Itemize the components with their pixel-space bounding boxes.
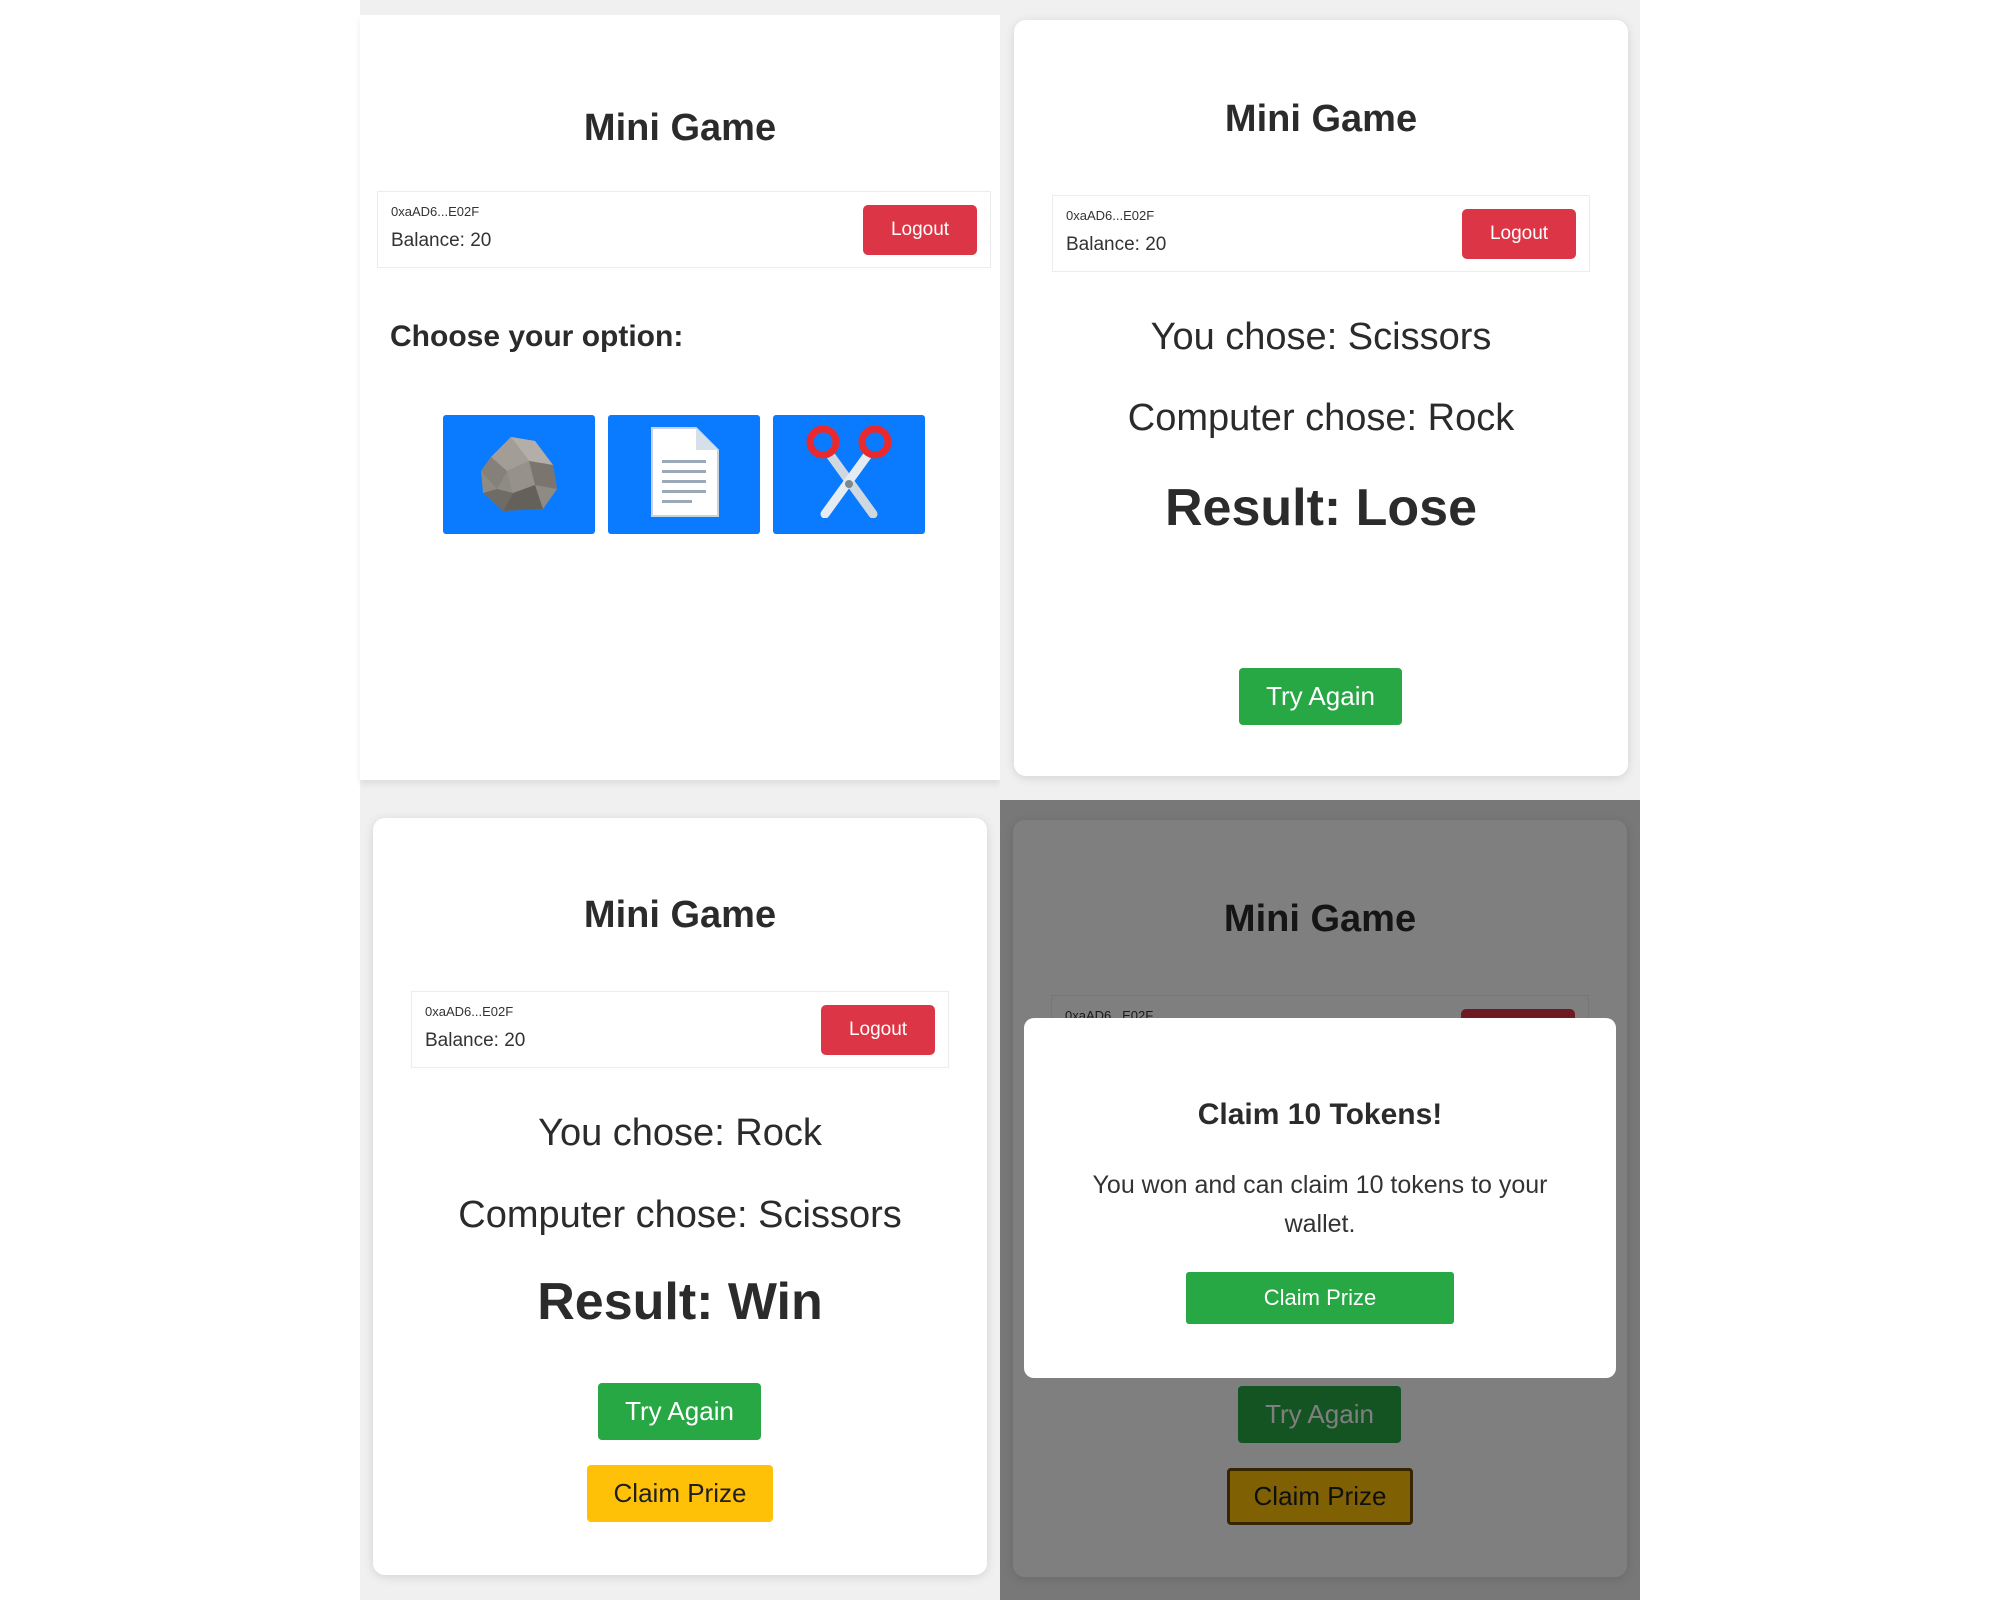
logout-button[interactable]: Logout — [863, 205, 977, 255]
page-title: Mini Game — [1224, 98, 1418, 140]
claim-prize-button[interactable]: Claim Prize — [587, 1465, 773, 1522]
wallet-balance: Balance: 20 — [391, 230, 492, 251]
wallet-balance: Balance: 20 — [1066, 234, 1167, 255]
panel-result-win: Mini Game 0xaAD6...E02F Balance: 20 Logo… — [360, 800, 1000, 1600]
logout-button[interactable]: Logout — [1462, 209, 1576, 259]
choose-option-label: Choose your option: — [390, 320, 684, 353]
modal-claim-prize-button[interactable]: Claim Prize — [1186, 1272, 1454, 1324]
rock-icon — [473, 427, 565, 522]
scissors-option-button[interactable] — [773, 415, 925, 534]
computer-choice-text: Computer chose: Rock — [1127, 397, 1515, 439]
modal-message: You won and can claim 10 tokens to your … — [1092, 1171, 1548, 1238]
result-text: Result: Lose — [1164, 479, 1478, 537]
computer-choice-text: Computer chose: Scissors — [458, 1194, 902, 1236]
result-text: Result: Win — [537, 1273, 823, 1331]
modal-title: Claim 10 Tokens! — [1197, 1098, 1443, 1131]
panel-claim-modal: Mini Game 0xaAD6...E02F Try Again Claim … — [1000, 800, 1640, 1600]
game-card: Mini Game 0xaAD6...E02F Balance: 20 Logo… — [373, 818, 987, 1575]
rock-option-button[interactable] — [443, 415, 595, 534]
screenshot-grid: Mini Game 0xaAD6...E02F Balance: 20 Logo… — [360, 0, 1640, 1600]
logout-button[interactable]: Logout — [821, 1005, 935, 1055]
page-title: Mini Game — [583, 107, 777, 149]
wallet-info: 0xaAD6...E02F Balance: 20 Logout — [411, 991, 949, 1068]
try-again-button[interactable]: Try Again — [598, 1383, 761, 1440]
game-card: Mini Game 0xaAD6...E02F Balance: 20 Logo… — [360, 15, 1000, 780]
claim-modal: Claim 10 Tokens! You won and can claim 1… — [1024, 1018, 1616, 1378]
wallet-info: 0xaAD6...E02F Balance: 20 Logout — [377, 191, 991, 268]
wallet-address: 0xaAD6...E02F — [391, 204, 480, 219]
wallet-address: 0xaAD6...E02F — [1066, 208, 1155, 223]
game-card: Mini Game 0xaAD6...E02F Balance: 20 Logo… — [1014, 20, 1628, 776]
paper-option-button[interactable] — [608, 415, 760, 534]
page-title: Mini Game — [583, 894, 777, 936]
panel-choose-option: Mini Game 0xaAD6...E02F Balance: 20 Logo… — [360, 0, 1000, 800]
player-choice-text: You chose: Scissors — [1150, 316, 1492, 358]
scissors-icon — [803, 425, 895, 523]
paper-icon — [646, 426, 722, 523]
wallet-info: 0xaAD6...E02F Balance: 20 Logout — [1052, 195, 1590, 272]
wallet-address: 0xaAD6...E02F — [425, 1004, 514, 1019]
wallet-balance: Balance: 20 — [425, 1030, 526, 1051]
panel-result-lose: Mini Game 0xaAD6...E02F Balance: 20 Logo… — [1000, 0, 1640, 800]
player-choice-text: You chose: Rock — [538, 1112, 822, 1154]
try-again-button[interactable]: Try Again — [1239, 668, 1402, 725]
